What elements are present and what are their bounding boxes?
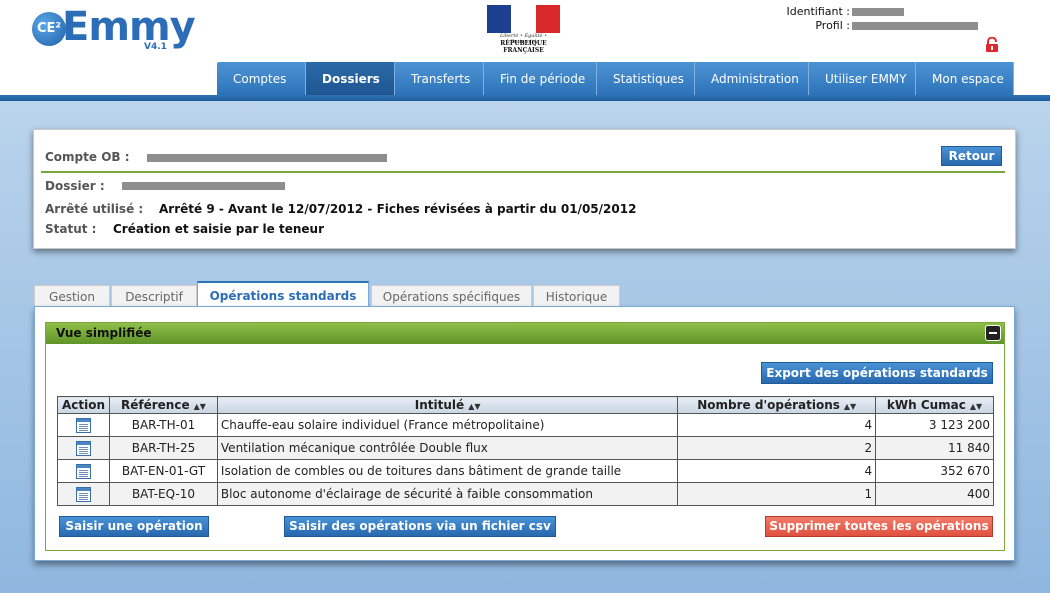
cell-kwh: 352 670: [875, 459, 994, 483]
col-nombre[interactable]: Nombre d'opérations ▲▼: [677, 396, 877, 414]
main-nav: Comptes Dossiers Transferts Fin de pério…: [217, 62, 1014, 96]
nav-transferts[interactable]: Transferts: [395, 62, 484, 96]
operations-table: Action Référence ▲▼ Intitulé ▲▼ Nombre d'o…: [56, 396, 994, 506]
republique-francaise-logo: Liberté • Égalité • Fraternité RÉPUBLIQU…: [487, 5, 560, 54]
lock-icon[interactable]: [985, 36, 999, 53]
edit-form-icon[interactable]: [76, 486, 92, 502]
sort-icon: ▲▼: [193, 402, 206, 411]
rf-name: RÉPUBLIQUE FRANÇAISE: [500, 40, 547, 54]
cell-ref: BAT-EN-01-GT: [109, 459, 218, 483]
ce2-badge: CE²: [32, 12, 66, 46]
edit-form-icon[interactable]: [76, 417, 92, 433]
cell-ref: BAT-EQ-10: [109, 482, 218, 506]
saisir-operation-button[interactable]: Saisir une opération: [59, 516, 209, 537]
tab-gestion[interactable]: Gestion: [34, 285, 110, 307]
collapse-icon[interactable]: [985, 325, 1001, 341]
french-flag-icon: [487, 5, 560, 33]
green-separator: [41, 171, 1005, 173]
arrete-label: Arrêté utilisé :: [45, 202, 144, 216]
cell-intitule: Chauffe-eau solaire individuel (France m…: [216, 413, 679, 437]
logo-text: Emmy: [62, 4, 196, 50]
col-action: Action: [56, 396, 111, 414]
cell-nombre: 1: [677, 482, 877, 506]
cell-ref: BAR-TH-01: [109, 413, 218, 437]
tab-descriptif[interactable]: Descriptif: [111, 285, 197, 307]
cell-kwh: 11 840: [875, 436, 994, 460]
col-reference[interactable]: Référence ▲▼: [109, 396, 218, 414]
table-row: BAT-EQ-10 Bloc autonome d'éclairage de s…: [56, 482, 994, 506]
nav-fin-de-periode[interactable]: Fin de période: [484, 62, 597, 96]
sort-icon: ▲▼: [468, 402, 481, 411]
cell-ref: BAR-TH-25: [109, 436, 218, 460]
tab-operations-specifiques[interactable]: Opérations spécifiques: [371, 285, 532, 307]
tab-operations-standards[interactable]: Opérations standards: [197, 281, 369, 308]
arrete-value: Arrêté 9 - Avant le 12/07/2012 - Fiches …: [159, 202, 637, 216]
col-intitule[interactable]: Intitulé ▲▼: [216, 396, 679, 414]
compte-label: Compte OB :: [45, 150, 130, 164]
identifiant-label: Identifiant :: [786, 5, 851, 18]
profil-redacted: [852, 22, 978, 30]
col-kwh[interactable]: kWh Cumac ▲▼: [875, 396, 994, 414]
statut-label: Statut :: [45, 222, 97, 236]
cell-nombre: 2: [677, 436, 877, 460]
edit-form-icon[interactable]: [76, 440, 92, 456]
logo-version: V4.1: [144, 42, 167, 52]
user-info: Identifiant : Profil :: [760, 5, 990, 33]
dossier-redacted: [122, 182, 285, 190]
header-bar: [0, 95, 1050, 101]
nav-mon-espace[interactable]: Mon espace: [916, 62, 1014, 96]
cell-intitule: Bloc autonome d'éclairage de sécurité à …: [216, 482, 679, 506]
section-header: Vue simplifiée: [46, 323, 1004, 344]
vue-simplifiee-section: Vue simplifiée Export des opérations sta…: [45, 322, 1005, 551]
identifiant-redacted: [852, 8, 904, 16]
cell-kwh: 400: [875, 482, 994, 506]
retour-button[interactable]: Retour: [941, 146, 1002, 166]
profil-label: Profil :: [815, 19, 850, 32]
compte-redacted: [147, 154, 387, 162]
nav-statistiques[interactable]: Statistiques: [597, 62, 695, 96]
nav-dossiers[interactable]: Dossiers: [306, 62, 395, 96]
nav-administration[interactable]: Administration: [695, 62, 809, 96]
dossier-info-panel: Compte OB : Retour Dossier : Arrêté util…: [33, 129, 1016, 249]
nav-comptes[interactable]: Comptes: [217, 62, 306, 96]
saisir-csv-button[interactable]: Saisir des opérations via un fichier csv: [284, 516, 556, 537]
cell-intitule: Ventilation mécanique contrôlée Double f…: [216, 436, 679, 460]
table-header-row: Action Référence ▲▼ Intitulé ▲▼ Nombre d'o…: [56, 396, 994, 414]
cell-nombre: 4: [677, 413, 877, 437]
operations-panel: Vue simplifiée Export des opérations sta…: [34, 306, 1015, 561]
statut-value: Création et saisie par le teneur: [113, 222, 324, 236]
section-title: Vue simplifiée: [56, 326, 152, 340]
table-row: BAT-EN-01-GT Isolation de combles ou de …: [56, 459, 994, 483]
nav-utiliser-emmy[interactable]: Utiliser EMMY: [809, 62, 916, 96]
export-button[interactable]: Export des opérations standards: [761, 362, 993, 384]
cell-kwh: 3 123 200: [875, 413, 994, 437]
cell-nombre: 4: [677, 459, 877, 483]
tab-historique[interactable]: Historique: [533, 285, 620, 307]
supprimer-toutes-button[interactable]: Supprimer toutes les opérations: [765, 516, 993, 537]
edit-form-icon[interactable]: [76, 463, 92, 479]
emmy-logo[interactable]: CE² Emmy V4.1: [32, 4, 196, 54]
app-header: CE² Emmy V4.1 Liberté • Égalité • Frater…: [0, 0, 1050, 97]
table-row: BAR-TH-25 Ventilation mécanique contrôlé…: [56, 436, 994, 460]
table-row: BAR-TH-01 Chauffe-eau solaire individuel…: [56, 413, 994, 437]
sort-icon: ▲▼: [969, 402, 983, 411]
sort-icon: ▲▼: [843, 402, 857, 411]
cell-intitule: Isolation de combles ou de toitures dans…: [216, 459, 679, 483]
dossier-label: Dossier :: [45, 179, 105, 193]
